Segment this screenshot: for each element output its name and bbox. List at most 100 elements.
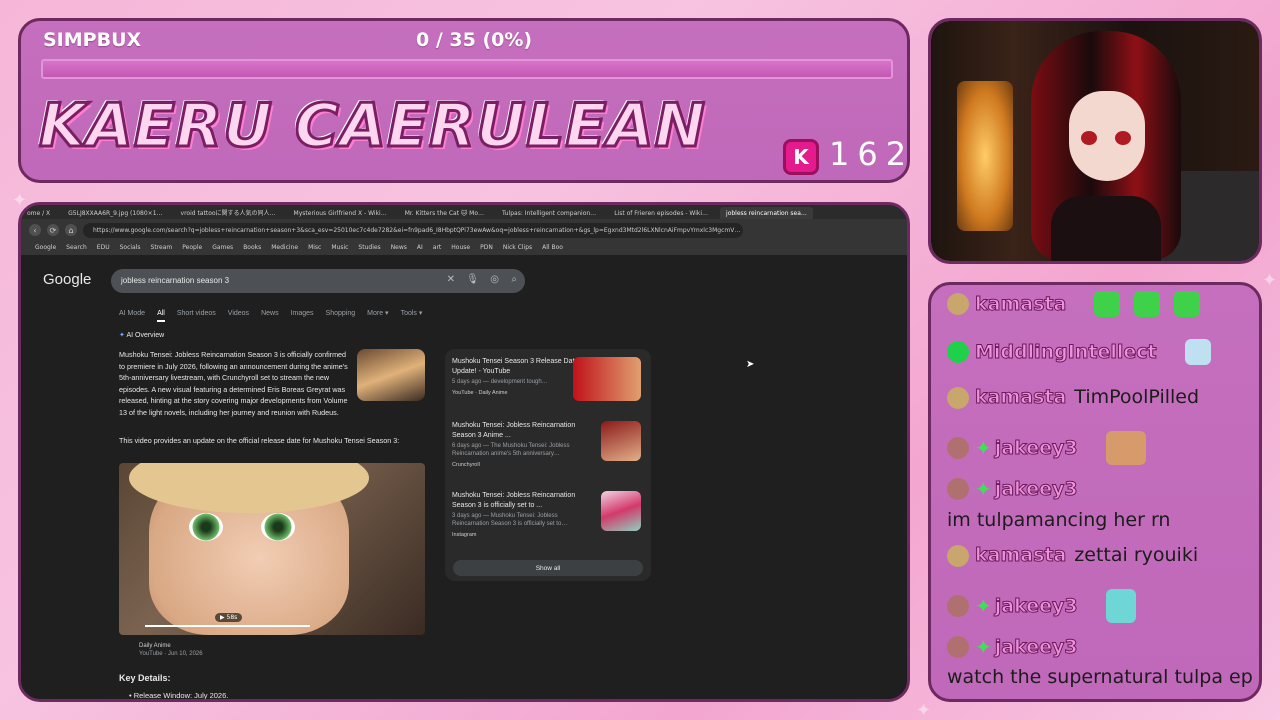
browser-tab[interactable]: jobless reincarnation sea… — [720, 207, 813, 219]
chat-username[interactable]: jakeey3 — [994, 635, 1078, 658]
chat-text: TimPoolPilled — [1074, 386, 1200, 408]
bookmark-item[interactable]: Socials — [120, 244, 141, 251]
result-item[interactable]: Mushoku Tensei: Jobless Reincarnation Se… — [452, 421, 647, 468]
browser-tab[interactable]: ome / X — [21, 207, 56, 219]
bookmark-item[interactable]: News — [391, 244, 407, 251]
search-input[interactable]: jobless reincarnation season 3 ✕ 🎙 ◎ ⌕ — [111, 269, 525, 293]
chat-message: ✦ jakeey3 — [947, 635, 1249, 659]
bookmark-item[interactable]: Games — [212, 244, 233, 251]
bookmark-item[interactable]: Nick Clips — [503, 244, 532, 251]
frog-emote-icon — [1094, 291, 1121, 317]
user-badge-icon — [947, 293, 969, 315]
chat-message: kamasta — [947, 291, 1249, 317]
browser-tab[interactable]: G5LJ8XXAA6R_9.jpg (1080×1… — [62, 207, 168, 219]
bookmark-item[interactable]: PDN — [480, 244, 493, 251]
release-window: • Release Window: July 2026. — [129, 691, 229, 700]
subscriber-star-icon: ✦ — [975, 436, 992, 460]
bookmark-item[interactable]: EDU — [97, 244, 110, 251]
bookmark-item[interactable]: Search — [66, 244, 87, 251]
avatar-eye — [1081, 131, 1097, 145]
bookmark-item[interactable]: Misc — [308, 244, 321, 251]
bookmark-item[interactable]: Google — [35, 244, 56, 251]
bookmark-item[interactable]: Studies — [358, 244, 380, 251]
browser-tab[interactable]: vroid tattooに関する人気の同人… — [175, 205, 282, 219]
result-thumbnail[interactable] — [573, 357, 641, 401]
bookmark-item[interactable]: People — [182, 244, 202, 251]
bookmarks-bar: Google Search EDU Socials Stream People Games B… — [21, 241, 907, 255]
url-bar[interactable]: https://www.google.com/search?q=jobless+… — [83, 222, 743, 238]
chat-username[interactable]: jakeey3 — [994, 436, 1078, 459]
filter-tab[interactable]: Tools ▾ — [401, 310, 423, 317]
kick-badge-icon — [947, 341, 969, 363]
browser-tab[interactable]: List of Frieren episodes - Wiki… — [608, 207, 714, 219]
bookmark-item[interactable]: AI — [417, 244, 423, 251]
chat-username[interactable]: MiddlingIntellect — [975, 340, 1158, 363]
back-icon[interactable]: ‹ — [29, 224, 41, 236]
browser-tab[interactable]: Mr. Kitters the Cat 🐱 Mo… — [399, 207, 490, 219]
reload-icon[interactable]: ⟳ — [47, 224, 59, 236]
bookmark-item[interactable]: art — [433, 244, 442, 251]
pepe-badge-icon — [947, 595, 969, 617]
bookmark-item[interactable]: Stream — [151, 244, 173, 251]
result-source: Instagram — [452, 532, 477, 538]
search-filters: AI Mode All Short videos Videos News Images Sh… — [119, 309, 434, 322]
video-player[interactable]: ▶ 58s — [119, 463, 425, 635]
key-details-heading: Key Details: — [119, 673, 171, 683]
mouse-cursor-icon: ➤ — [746, 359, 755, 370]
browser-tab[interactable]: Tulpas: Intelligent companion… — [496, 207, 602, 219]
character-thumbnail[interactable] — [357, 349, 425, 401]
filter-tab[interactable]: AI Mode — [119, 310, 145, 317]
sparkle-icon: ✦ — [119, 332, 125, 339]
result-item[interactable]: Mushoku Tensei: Jobless Reincarnation Se… — [452, 491, 647, 538]
result-meta: 5 days ago — development tough… — [452, 379, 548, 385]
result-thumbnail[interactable] — [601, 491, 641, 531]
ai-overview-heading: ✦ AI Overview — [119, 331, 164, 339]
result-thumbnail[interactable] — [601, 421, 641, 461]
filter-tab[interactable]: Short videos — [177, 310, 216, 317]
bookmark-item[interactable]: Books — [243, 244, 261, 251]
result-title[interactable]: Mushoku Tensei: Jobless Reincarnation Se… — [452, 421, 580, 440]
video-duration: ▶ 58s — [215, 613, 243, 622]
video-meta: YouTube · Jun 10, 2026 — [139, 651, 203, 657]
chat-username[interactable]: jakeey3 — [994, 594, 1078, 617]
anime-eye — [189, 513, 223, 541]
mic-icon[interactable]: 🎙 — [466, 274, 479, 285]
coin-icon: K — [783, 139, 819, 175]
home-icon[interactable]: ⌂ — [65, 224, 77, 236]
filter-tab[interactable]: Shopping — [326, 310, 356, 317]
filter-tab[interactable]: Videos — [228, 310, 249, 317]
lens-icon[interactable]: ◎ — [490, 274, 499, 285]
chat-text: watch the supernatural tulpa ep — [947, 666, 1253, 688]
subscriber-star-icon: ✦ — [975, 594, 992, 618]
bookmark-item[interactable]: House — [451, 244, 470, 251]
coin-count: 162 — [829, 135, 915, 173]
browser-window: ome / X G5LJ8XXAA6R_9.jpg (1080×1… vroid t… — [18, 202, 910, 702]
video-progress[interactable] — [145, 625, 310, 627]
chat-username[interactable]: jakeey3 — [994, 477, 1078, 500]
filter-tab[interactable]: More ▾ — [367, 310, 388, 317]
filter-tab[interactable]: All — [157, 310, 165, 322]
video-source[interactable]: Daily Anime — [139, 643, 171, 649]
chat-username[interactable]: kamasta — [974, 292, 1066, 315]
bookmark-item[interactable]: All Boo — [542, 244, 563, 251]
bookmark-item[interactable]: Music — [331, 244, 348, 251]
video-intro-text: This video provides an update on the off… — [119, 436, 400, 445]
show-all-button[interactable]: Show all — [453, 560, 643, 576]
currency-label: SIMPBUX — [43, 29, 142, 51]
chat-username[interactable]: kamasta — [974, 544, 1066, 567]
result-title[interactable]: Mushoku Tensei: Jobless Reincarnation Se… — [452, 491, 580, 510]
chat-username[interactable]: kamasta — [974, 386, 1066, 409]
result-title[interactable]: Mushoku Tensei Season 3 Release Date Upd… — [452, 357, 580, 376]
chat-message: MiddlingIntellect — [947, 339, 1249, 365]
filter-tab[interactable]: Images — [291, 310, 314, 317]
google-results-page: Google jobless reincarnation season 3 ✕ … — [21, 255, 907, 699]
clear-icon[interactable]: ✕ — [447, 274, 455, 285]
filter-tab[interactable]: News — [261, 310, 279, 317]
search-icon[interactable]: ⌕ — [511, 274, 517, 285]
google-logo[interactable]: Google — [43, 271, 91, 288]
bookmark-item[interactable]: Medicine — [271, 244, 298, 251]
result-item[interactable]: Mushoku Tensei Season 3 Release Date Upd… — [452, 357, 647, 401]
result-meta: 6 days ago — The Mushoku Tensei: Jobless… — [452, 443, 570, 457]
browser-tab[interactable]: Mysterious Girlfriend X - Wiki… — [288, 207, 393, 219]
simpbux-progress-bar — [41, 59, 893, 79]
